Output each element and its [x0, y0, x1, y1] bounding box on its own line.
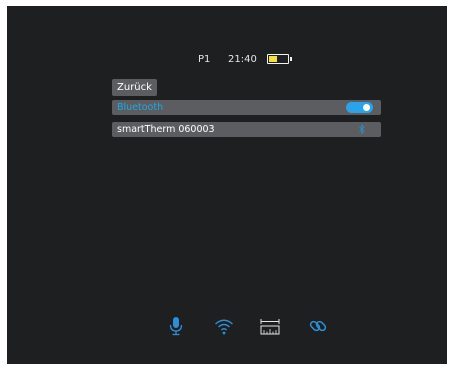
paired-device-row[interactable]: smartTherm 060003 — [112, 122, 381, 137]
link-icon[interactable] — [307, 315, 329, 337]
profile-indicator: P1 — [198, 54, 211, 65]
bluetooth-setting-row[interactable]: Bluetooth — [112, 100, 381, 115]
status-bar: P1 21:40 — [7, 52, 447, 68]
device-name: smartTherm 060003 — [117, 124, 215, 135]
microphone-icon[interactable] — [165, 315, 187, 337]
battery-icon — [267, 54, 292, 64]
clock: 21:40 — [228, 54, 257, 65]
ruler-icon[interactable] — [259, 315, 281, 337]
battery-level — [269, 56, 277, 62]
bluetooth-toggle[interactable] — [346, 102, 373, 113]
toggle-knob — [363, 104, 370, 111]
wifi-icon[interactable] — [213, 315, 235, 337]
bottom-toolbar — [7, 315, 447, 337]
battery-tip — [290, 57, 292, 61]
bluetooth-icon — [359, 124, 365, 135]
bluetooth-label: Bluetooth — [117, 102, 164, 113]
back-button[interactable]: Zurück — [112, 79, 157, 96]
device-screen: P1 21:40 Zurück Bluetooth smartTherm 060… — [7, 6, 447, 364]
